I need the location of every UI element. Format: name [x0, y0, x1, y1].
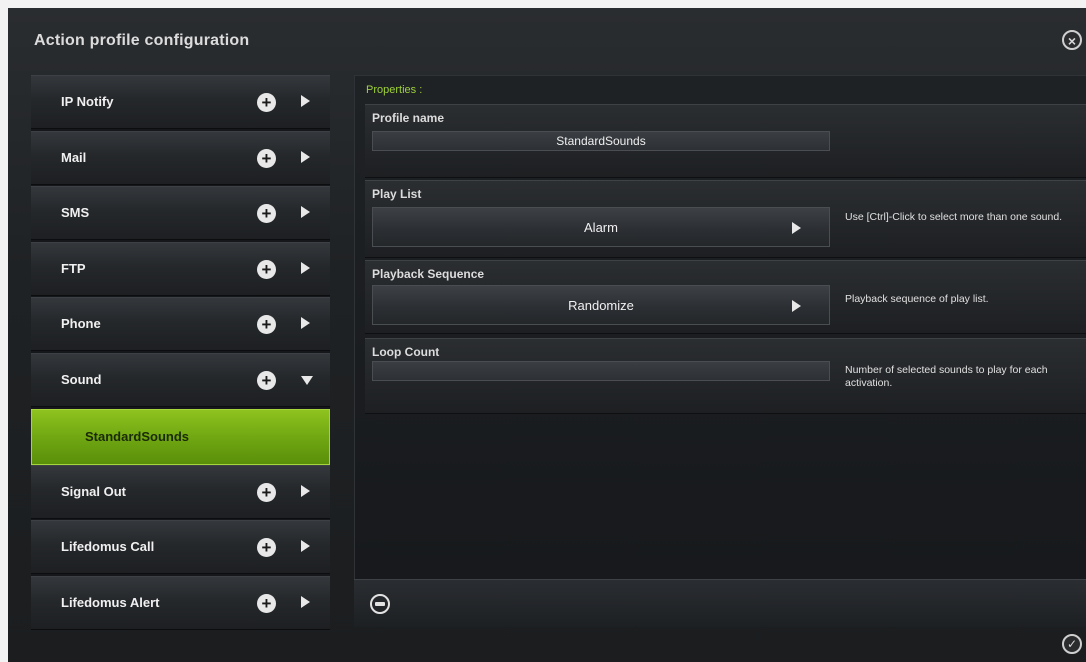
add-icon[interactable]: +	[257, 594, 276, 613]
add-icon[interactable]: +	[257, 371, 276, 390]
sidebar-item-phone[interactable]: Phone +	[31, 297, 330, 351]
sidebar-item-label: IP Notify	[61, 94, 114, 109]
loop-count-label: Loop Count	[372, 345, 440, 359]
sidebar-item-mail[interactable]: Mail +	[31, 131, 330, 185]
add-icon[interactable]: +	[257, 483, 276, 502]
chevron-right-icon[interactable]	[301, 596, 310, 608]
add-icon[interactable]: +	[257, 315, 276, 334]
add-icon[interactable]: +	[257, 204, 276, 223]
play-list-group: Play List Alarm Use [Ctrl]-Click to sele…	[365, 180, 1086, 258]
sidebar-item-label: Signal Out	[61, 484, 126, 499]
chevron-right-icon[interactable]	[301, 317, 310, 329]
playback-sequence-group: Playback Sequence Randomize Playback seq…	[365, 260, 1086, 334]
sidebar-item-lifedomus-alert[interactable]: Lifedomus Alert +	[31, 576, 330, 630]
profile-name-group: Profile name StandardSounds	[365, 104, 1086, 178]
playback-sequence-value: Randomize	[568, 298, 634, 313]
dialog-title: Action profile configuration	[34, 32, 250, 49]
sidebar-item-ftp[interactable]: FTP +	[31, 242, 330, 296]
chevron-right-icon[interactable]	[301, 206, 310, 218]
chevron-right-icon	[792, 222, 801, 234]
chevron-down-icon[interactable]	[301, 376, 313, 385]
sidebar-item-label: Lifedomus Alert	[61, 595, 160, 610]
chevron-right-icon[interactable]	[301, 540, 310, 552]
sidebar-item-ip-notify[interactable]: IP Notify +	[31, 75, 330, 129]
loop-count-input[interactable]	[372, 361, 830, 381]
play-list-label: Play List	[372, 187, 422, 201]
chevron-right-icon	[792, 300, 801, 312]
sidebar-subitem-selected[interactable]: StandardSounds	[31, 409, 330, 465]
sidebar-item-sms[interactable]: SMS +	[31, 186, 330, 240]
playback-sequence-select[interactable]: Randomize	[372, 285, 830, 325]
sidebar-subitem-label: StandardSounds	[85, 429, 190, 444]
play-list-value: Alarm	[584, 220, 618, 235]
sidebar-item-lifedomus-call[interactable]: Lifedomus Call +	[31, 520, 330, 574]
chevron-right-icon[interactable]	[301, 95, 310, 107]
action-profile-dialog: Action profile configuration × IP Notify…	[0, 0, 1086, 662]
loop-count-hint: Number of selected sounds to play for ea…	[845, 364, 1048, 389]
chevron-right-icon[interactable]	[301, 262, 310, 274]
sidebar-item-label: Lifedomus Call	[61, 539, 155, 554]
properties-heading: Properties :	[366, 84, 423, 96]
title-bar: Action profile configuration	[16, 24, 1076, 60]
playback-sequence-label: Playback Sequence	[372, 267, 485, 281]
close-icon[interactable]: ×	[1062, 30, 1082, 50]
properties-panel: Properties : Profile name StandardSounds…	[354, 75, 1086, 627]
sidebar-item-label: Mail	[61, 150, 87, 165]
add-icon[interactable]: +	[257, 149, 276, 168]
sidebar-item-label: Sound	[61, 372, 102, 387]
playback-sequence-hint: Playback sequence of play list.	[845, 293, 989, 305]
profile-name-input[interactable]: StandardSounds	[372, 131, 830, 151]
sidebar-item-label: SMS	[61, 205, 90, 220]
add-icon[interactable]: +	[257, 538, 276, 557]
add-icon[interactable]: +	[257, 260, 276, 279]
confirm-icon[interactable]: ✓	[1062, 634, 1082, 654]
profile-name-label: Profile name	[372, 111, 445, 125]
chevron-right-icon[interactable]	[301, 151, 310, 163]
sidebar-item-label: FTP	[61, 261, 86, 276]
loop-count-group: Loop Count Number of selected sounds to …	[365, 338, 1086, 414]
sidebar-item-sound[interactable]: Sound +	[31, 353, 330, 407]
sidebar-item-signal-out[interactable]: Signal Out +	[31, 465, 330, 519]
remove-icon[interactable]	[370, 594, 390, 614]
add-icon[interactable]: +	[257, 93, 276, 112]
properties-footer	[354, 579, 1086, 627]
sidebar-item-label: Phone	[61, 316, 101, 331]
chevron-right-icon[interactable]	[301, 485, 310, 497]
play-list-select[interactable]: Alarm	[372, 207, 830, 247]
profile-type-sidebar: IP Notify + Mail + SMS + FTP + Phone + S…	[31, 75, 330, 630]
play-list-hint: Use [Ctrl]-Click to select more than one…	[845, 211, 1063, 223]
